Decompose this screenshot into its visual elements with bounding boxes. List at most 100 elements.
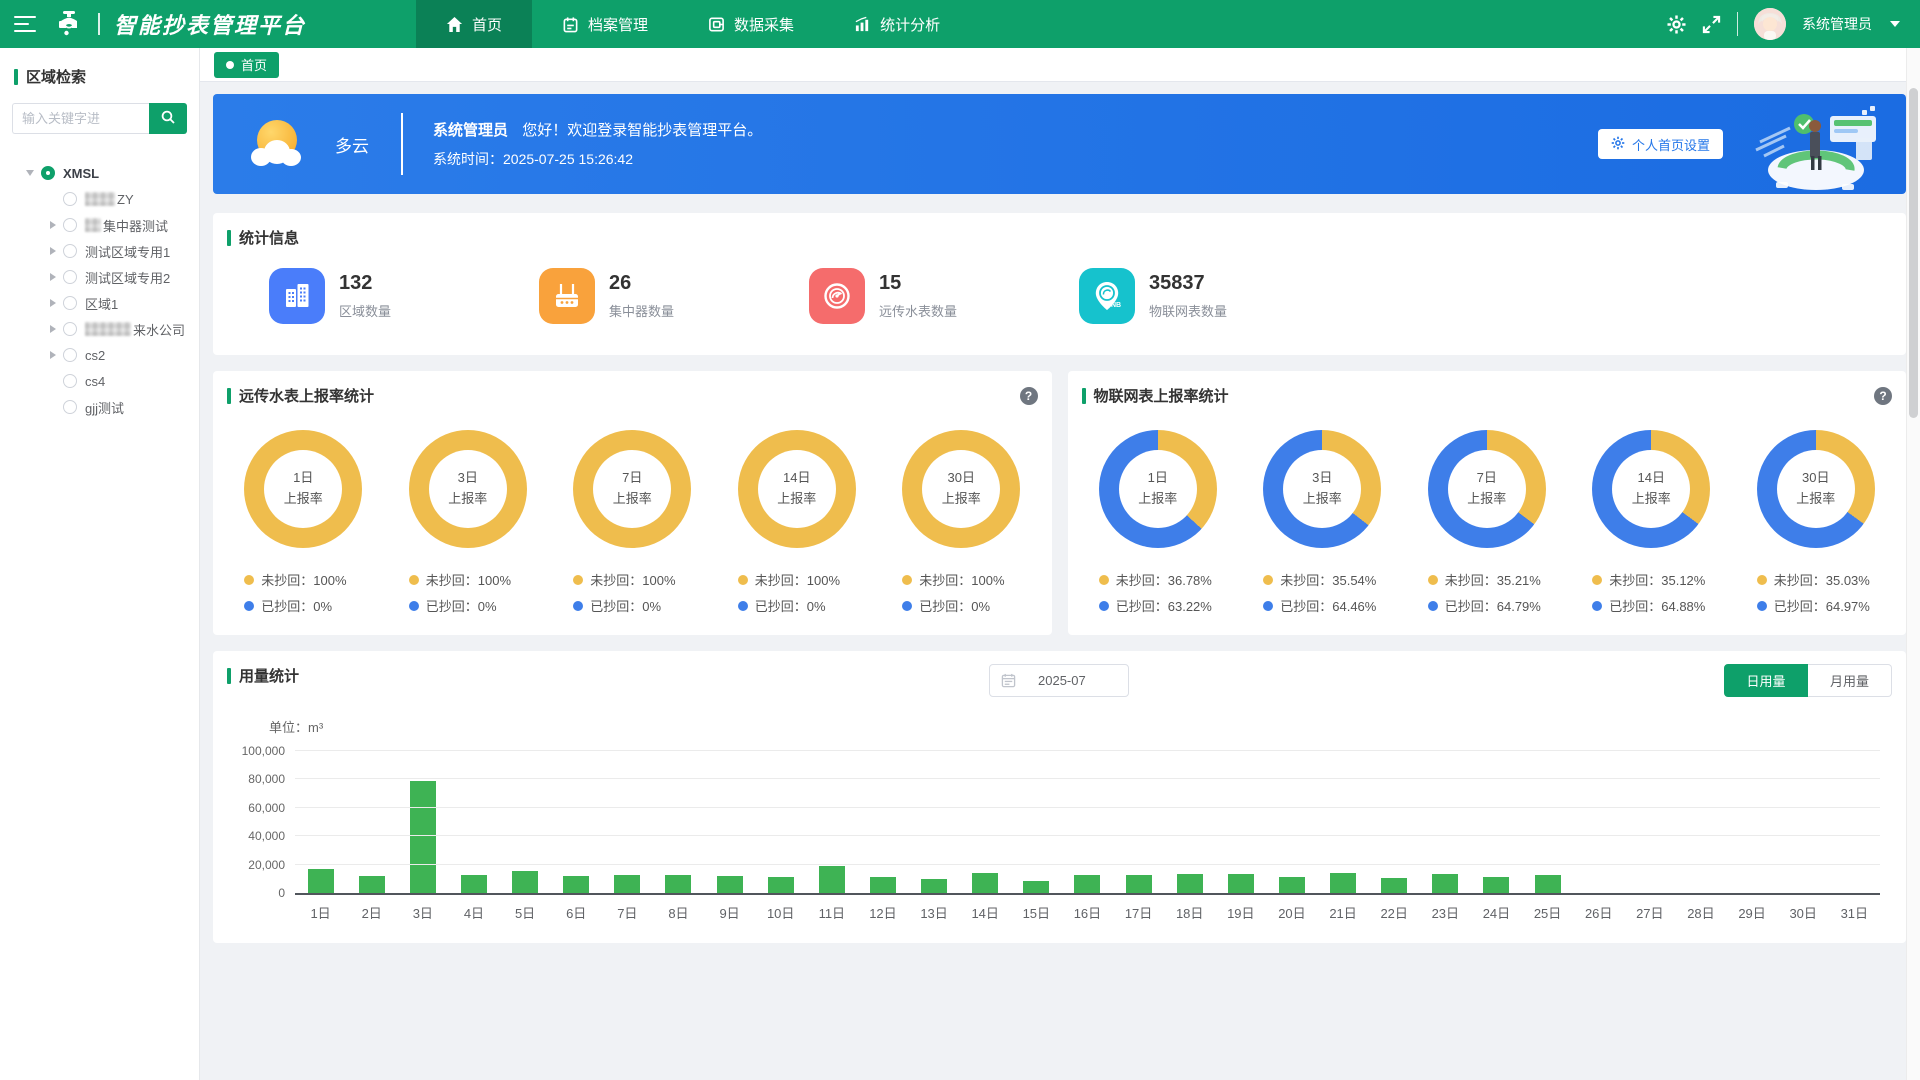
search-button[interactable]: [149, 103, 187, 134]
x-axis-tick: 3日: [397, 903, 448, 922]
tree-item[interactable]: 区域1: [0, 290, 199, 316]
help-icon[interactable]: ?: [1020, 387, 1038, 405]
bar-cell: [397, 781, 448, 893]
read-legend-dot: [1263, 601, 1273, 611]
page-scrollbar[interactable]: [1906, 48, 1920, 1080]
report-rate-donut[interactable]: 30日 上报率: [1757, 430, 1875, 548]
y-axis-tick: 0: [223, 886, 285, 900]
building-icon: [269, 268, 325, 324]
stat-item: NB 35837 物联网表数量: [1079, 268, 1349, 324]
tree-radio[interactable]: [63, 296, 77, 310]
report-rate-donut[interactable]: 1日 上报率: [1099, 430, 1217, 548]
svg-text:NB: NB: [1111, 302, 1121, 309]
tree-item[interactable]: 集中器测试: [0, 212, 199, 238]
tree-radio[interactable]: [41, 166, 55, 180]
tree-radio[interactable]: [63, 374, 77, 388]
usage-bar[interactable]: [819, 866, 845, 893]
tree-item[interactable]: gjj测试: [0, 394, 199, 420]
usage-bar[interactable]: [563, 876, 589, 893]
region-search-input[interactable]: [12, 103, 149, 134]
usage-bar[interactable]: [717, 876, 743, 893]
usage-bar[interactable]: [410, 781, 436, 893]
personal-homepage-settings-button[interactable]: 个人首页设置: [1598, 129, 1723, 159]
tree-caret-icon[interactable]: [50, 351, 56, 359]
report-rate-panels: 远传水表上报率统计 ? 1日 上报率 未抄回：100% 已抄回：0%: [213, 371, 1906, 635]
tree-caret-icon[interactable]: [50, 247, 56, 255]
report-rate-donut[interactable]: 30日 上报率: [902, 430, 1020, 548]
x-axis-tick: 4日: [448, 903, 499, 922]
scrollbar-thumb[interactable]: [1909, 88, 1918, 418]
usage-bar[interactable]: [921, 879, 947, 893]
usage-bar[interactable]: [1177, 874, 1203, 893]
tree-radio[interactable]: [63, 244, 77, 258]
page-tab-home[interactable]: 首页: [214, 52, 279, 78]
usage-bar[interactable]: [461, 875, 487, 893]
usage-bar[interactable]: [1023, 881, 1049, 893]
tree-radio[interactable]: [63, 400, 77, 414]
usage-bar[interactable]: [359, 876, 385, 893]
tree-radio[interactable]: [63, 218, 77, 232]
report-rate-donut[interactable]: 7日 上报率: [573, 430, 691, 548]
gridline: [295, 864, 1880, 865]
tree-caret-icon[interactable]: [50, 273, 56, 281]
report-rate-donut[interactable]: 7日 上报率: [1428, 430, 1546, 548]
usage-bar[interactable]: [1535, 875, 1561, 893]
tree-caret-icon[interactable]: [50, 325, 56, 333]
month-picker[interactable]: 2025-07: [989, 664, 1129, 697]
x-axis-tick: 5日: [500, 903, 551, 922]
usage-bar[interactable]: [1381, 878, 1407, 893]
usage-mode-button[interactable]: 月用量: [1808, 664, 1892, 697]
tree-item[interactable]: 测试区域专用1: [0, 238, 199, 264]
bar-cell: [295, 869, 346, 893]
usage-bar[interactable]: [1483, 877, 1509, 893]
usage-bar[interactable]: [870, 877, 896, 893]
report-rate-donut[interactable]: 14日 上报率: [738, 430, 856, 548]
usage-bar[interactable]: [1279, 877, 1305, 893]
nav-tab-stats[interactable]: 统计分析: [824, 0, 970, 48]
usage-bar[interactable]: [308, 869, 334, 893]
nav-tab-home[interactable]: 首页: [416, 0, 532, 48]
tree-item[interactable]: ZY: [0, 186, 199, 212]
usage-mode-button[interactable]: 日用量: [1724, 664, 1808, 697]
usage-bar[interactable]: [512, 871, 538, 893]
tree-caret-icon[interactable]: [26, 170, 34, 176]
unread-legend-text: 未抄回：100%: [919, 570, 1004, 589]
tree-item[interactable]: 测试区域专用2: [0, 264, 199, 290]
usage-bar[interactable]: [972, 873, 998, 893]
report-rate-donut[interactable]: 3日 上报率: [409, 430, 527, 548]
tree-radio[interactable]: [63, 270, 77, 284]
report-rate-donut[interactable]: 14日 上报率: [1592, 430, 1710, 548]
help-icon[interactable]: ?: [1874, 387, 1892, 405]
usage-bar[interactable]: [665, 875, 691, 893]
tree-caret-icon[interactable]: [50, 299, 56, 307]
fullscreen-icon[interactable]: [1702, 15, 1721, 34]
nav-tab-collect[interactable]: 数据采集: [678, 0, 824, 48]
tree-item[interactable]: cs4: [0, 368, 199, 394]
unread-legend-dot: [244, 575, 254, 585]
user-avatar[interactable]: [1754, 8, 1786, 40]
report-rate-donut[interactable]: 3日 上报率: [1263, 430, 1381, 548]
stat-item: 15 远传水表数量: [809, 268, 1079, 324]
tree-radio[interactable]: [63, 322, 77, 336]
tree-item[interactable]: XMSL: [0, 160, 199, 186]
tree-item[interactable]: cs2: [0, 342, 199, 368]
tree-radio[interactable]: [63, 192, 77, 206]
usage-bar[interactable]: [1432, 874, 1458, 893]
bar-cell: [960, 873, 1011, 893]
usage-bar[interactable]: [1126, 875, 1152, 893]
report-rate-donut[interactable]: 1日 上报率: [244, 430, 362, 548]
nav-tab-archive[interactable]: 档案管理: [532, 0, 678, 48]
settings-gear-icon[interactable]: [1667, 15, 1686, 34]
tree-radio[interactable]: [63, 348, 77, 362]
user-name[interactable]: 系统管理员: [1802, 14, 1872, 34]
usage-bar[interactable]: [614, 875, 640, 893]
tree-item[interactable]: 来水公司: [0, 316, 199, 342]
usage-bar[interactable]: [1074, 875, 1100, 893]
top-navbar: 智能抄表管理平台 首页 档案管理 数据采集 统计分析: [0, 0, 1920, 48]
user-menu-caret-icon[interactable]: [1890, 21, 1900, 27]
usage-bar[interactable]: [768, 877, 794, 893]
sidebar-toggle-icon[interactable]: [14, 16, 36, 32]
tree-caret-icon[interactable]: [50, 221, 56, 229]
usage-bar[interactable]: [1330, 873, 1356, 893]
usage-bar[interactable]: [1228, 874, 1254, 893]
